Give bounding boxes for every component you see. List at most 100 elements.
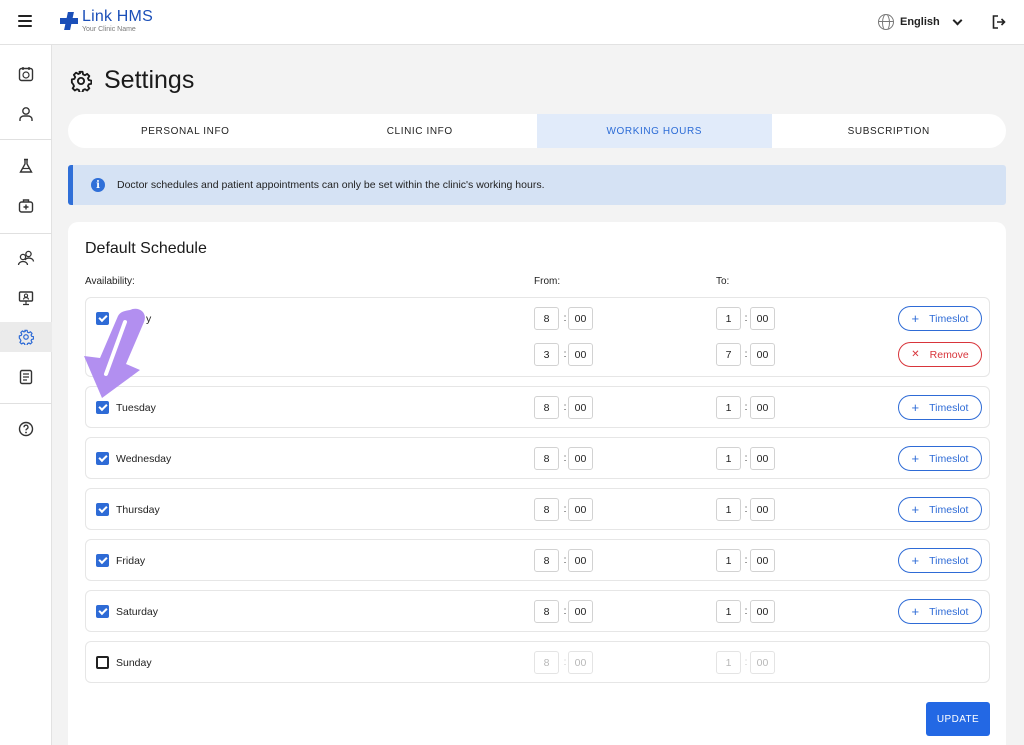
add-timeslot-button[interactable]: + Timeslot [898,395,982,420]
pointer-arrow-icon [84,308,145,398]
plus-icon: + [911,502,920,517]
sidebar-item-reports[interactable] [0,362,52,392]
sidebar-item-profile[interactable] [0,99,52,129]
checkbox-tuesday[interactable] [96,401,109,414]
to-hour-input[interactable]: 1 [716,600,741,623]
to-minute-input[interactable]: 00 [750,343,775,366]
settings-tabs: PERSONAL INFO CLINIC INFO WORKING HOURS … [68,114,1006,148]
button-label: Timeslot [929,401,969,414]
logout-icon[interactable] [992,15,1006,29]
from-minute-input[interactable]: 00 [568,447,593,470]
from-hour-input[interactable]: 8 [534,651,559,674]
checkbox-sunday[interactable] [96,656,109,669]
to-hour-input[interactable]: 1 [716,651,741,674]
logo-cross-icon [60,12,78,30]
globe-icon [878,14,894,30]
users-icon [17,250,35,266]
checkbox-wednesday[interactable] [96,452,109,465]
from-minute-input[interactable]: 00 [568,600,593,623]
to-hour-input[interactable]: 1 [716,307,741,330]
to-minute-input[interactable]: 00 [750,498,775,521]
from-minute-input[interactable]: 00 [568,651,593,674]
checkbox-thursday[interactable] [96,503,109,516]
close-icon: ✕ [911,348,920,360]
sidebar-item-monitor[interactable] [0,283,52,313]
sidebar-item-help[interactable] [0,414,52,444]
from-hour-input[interactable]: 8 [534,549,559,572]
tab-clinic-info[interactable]: CLINIC INFO [303,114,538,148]
time-separator: : [744,402,748,413]
calendar-icon [18,67,34,82]
from-hour-input[interactable]: 8 [534,307,559,330]
from-hour-input[interactable]: 8 [534,498,559,521]
from-minute-input[interactable]: 00 [568,307,593,330]
checkbox-saturday[interactable] [96,605,109,618]
to-minute-input[interactable]: 00 [750,447,775,470]
button-label: Timeslot [929,312,969,325]
day-row-tuesday: Tuesday 8:00 1:00 + Timeslot [85,386,990,428]
language-selector[interactable]: English [878,14,963,30]
tab-personal-info[interactable]: PERSONAL INFO [68,114,303,148]
sidebar-item-calendar[interactable] [0,59,52,89]
add-timeslot-button[interactable]: + Timeslot [898,306,982,331]
from-hour-input[interactable]: 3 [534,343,559,366]
language-label: English [900,16,940,28]
sidebar [0,45,52,745]
time-separator: : [744,504,748,515]
to-hour-input[interactable]: 7 [716,343,741,366]
schedule-card: Default Schedule Availability: From: To:… [68,222,1006,745]
from-hour-input[interactable]: 8 [534,396,559,419]
to-hour-input[interactable]: 1 [716,447,741,470]
sidebar-item-medical[interactable] [0,191,52,221]
time-separator: : [744,453,748,464]
tab-working-hours[interactable]: WORKING HOURS [537,114,772,148]
report-icon [19,369,33,385]
to-minute-input[interactable]: 00 [750,651,775,674]
add-timeslot-button[interactable]: + Timeslot [898,497,982,522]
menu-icon[interactable] [18,15,32,27]
sidebar-item-settings[interactable] [0,322,52,352]
to-hour-input[interactable]: 1 [716,396,741,419]
to-minute-input[interactable]: 00 [750,549,775,572]
to-minute-input[interactable]: 00 [750,307,775,330]
add-timeslot-button[interactable]: + Timeslot [898,599,982,624]
day-row-thursday: Thursday 8:00 1:00 + Timeslot [85,488,990,530]
add-timeslot-button[interactable]: + Timeslot [898,446,982,471]
day-label: Friday [116,555,146,567]
day-label: Sunday [116,657,152,669]
from-minute-input[interactable]: 00 [568,498,593,521]
update-button[interactable]: UPDATE [926,702,990,736]
day-label: Thursday [116,504,160,516]
button-label: Timeslot [929,503,969,516]
to-minute-input[interactable]: 00 [750,396,775,419]
from-minute-input[interactable]: 00 [568,343,593,366]
to-hour-input[interactable]: 1 [716,549,741,572]
time-separator: : [744,313,748,324]
day-label: Wednesday [116,453,172,465]
page-header: Settings [70,66,194,95]
to-minute-input[interactable]: 00 [750,600,775,623]
sidebar-item-users[interactable] [0,243,52,273]
remove-timeslot-button[interactable]: ✕ Remove [898,342,982,367]
day-label: Tuesday [116,402,156,414]
to-hour-input[interactable]: 1 [716,498,741,521]
from-hour-input[interactable]: 8 [534,447,559,470]
page-title: Settings [104,66,195,94]
chevron-down-icon [952,15,963,25]
add-timeslot-button[interactable]: + Timeslot [898,548,982,573]
from-minute-input[interactable]: 00 [568,396,593,419]
day-label: Saturday [116,606,159,618]
availability-header: Availability: [85,276,135,287]
day-row-wednesday: Wednesday 8:00 1:00 + Timeslot [85,437,990,479]
checkbox-friday[interactable] [96,554,109,567]
logo-subtitle: Your Clinic Name [82,26,136,33]
from-hour-input[interactable]: 8 [534,600,559,623]
plus-icon: + [911,604,920,619]
plus-icon: + [911,451,920,466]
tab-subscription[interactable]: SUBSCRIPTION [772,114,1007,148]
sidebar-item-lab[interactable] [0,151,52,181]
gear-icon [70,70,92,92]
from-minute-input[interactable]: 00 [568,549,593,572]
button-label: Remove [929,348,969,361]
logo[interactable]: Link HMS Your Clinic Name [60,9,153,33]
